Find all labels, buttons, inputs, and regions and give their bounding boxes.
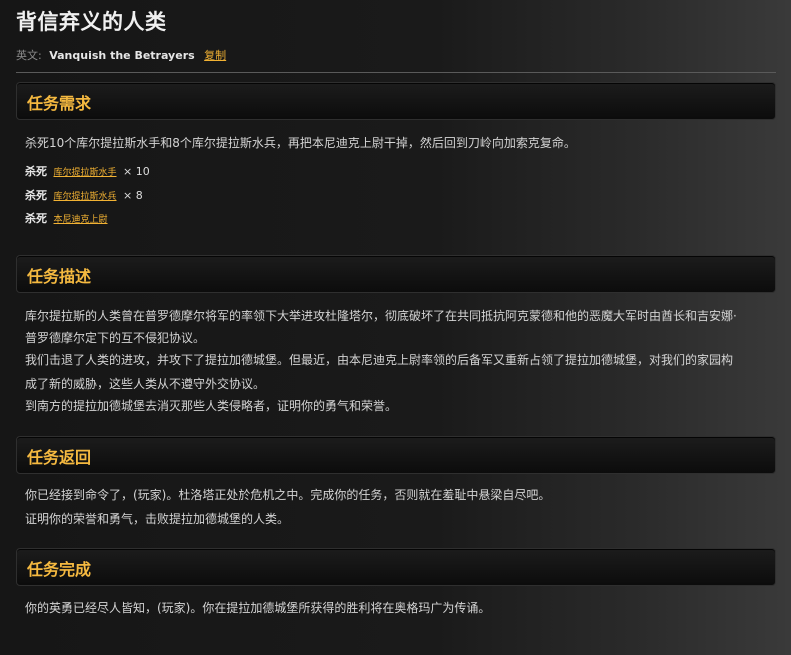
requirements-text: 杀死10个库尔提拉斯水手和8个库尔提拉斯水兵，再把本尼迪克上尉干掉，然后回到刀岭…	[25, 136, 576, 150]
kill-verb: 杀死	[25, 165, 47, 178]
kill-objective-3: 杀死 本尼迪克上尉	[25, 212, 111, 227]
completion-header-label: 任务完成	[27, 560, 92, 579]
return-header-label: 任务返回	[27, 448, 92, 467]
kill-count: × 10	[123, 165, 150, 178]
description-line-2: 普罗德摩尔定下的互不侵犯协议。	[25, 331, 206, 345]
return-header: 任务返回	[16, 436, 776, 474]
title-divider	[16, 72, 776, 73]
completion-line-1: 你的英勇已经尽人皆知，(玩家)。你在提拉加德城堡所获得的胜利将在奥格玛广为传诵。	[25, 601, 491, 615]
description-line-4: 成了新的威胁，这些人类从不遵守外交协议。	[25, 377, 266, 391]
description-line-3: 我们击退了人类的进攻，并攻下了提拉加德城堡。但最近，由本尼迪克上尉率领的后备军又…	[25, 353, 734, 367]
copy-button[interactable]: 复制	[204, 49, 226, 62]
kill-verb: 杀死	[25, 212, 47, 225]
english-name: Vanquish the Betrayers	[49, 49, 195, 62]
requirements-header-label: 任务需求	[27, 94, 92, 113]
requirements-header: 任务需求	[16, 82, 776, 120]
kill-target-link[interactable]: 本尼迪克上尉	[54, 215, 108, 225]
kill-target-link[interactable]: 库尔提拉斯水手	[54, 168, 117, 178]
return-line-2: 证明你的荣誉和勇气，击败提拉加德城堡的人类。	[25, 512, 290, 526]
english-name-row: 英文: Vanquish the Betrayers 复制	[16, 47, 226, 63]
description-header-label: 任务描述	[27, 267, 92, 286]
kill-objective-1: 杀死 库尔提拉斯水手 × 10	[25, 165, 150, 180]
completion-header: 任务完成	[16, 548, 776, 586]
quest-title: 背信弃义的人类	[16, 10, 167, 34]
description-line-5: 到南方的提拉加德城堡去消灭那些人类侵略者，证明你的勇气和荣誉。	[25, 399, 398, 413]
description-header: 任务描述	[16, 255, 776, 293]
kill-count: × 8	[123, 189, 143, 202]
quest-page: 背信弃义的人类 英文: Vanquish the Betrayers 复制 任务…	[0, 0, 791, 655]
kill-target-link[interactable]: 库尔提拉斯水兵	[54, 192, 117, 202]
kill-objective-2: 杀死 库尔提拉斯水兵 × 8	[25, 189, 143, 204]
english-label: 英文:	[16, 49, 42, 62]
description-line-1: 库尔提拉斯的人类曾在普罗德摩尔将军的率领下大举进攻杜隆塔尔，彻底破坏了在共同抵抗…	[25, 309, 737, 323]
kill-verb: 杀死	[25, 189, 47, 202]
return-line-1: 你已经接到命令了，(玩家)。杜洛塔正处於危机之中。完成你的任务，否则就在羞耻中悬…	[25, 488, 551, 502]
